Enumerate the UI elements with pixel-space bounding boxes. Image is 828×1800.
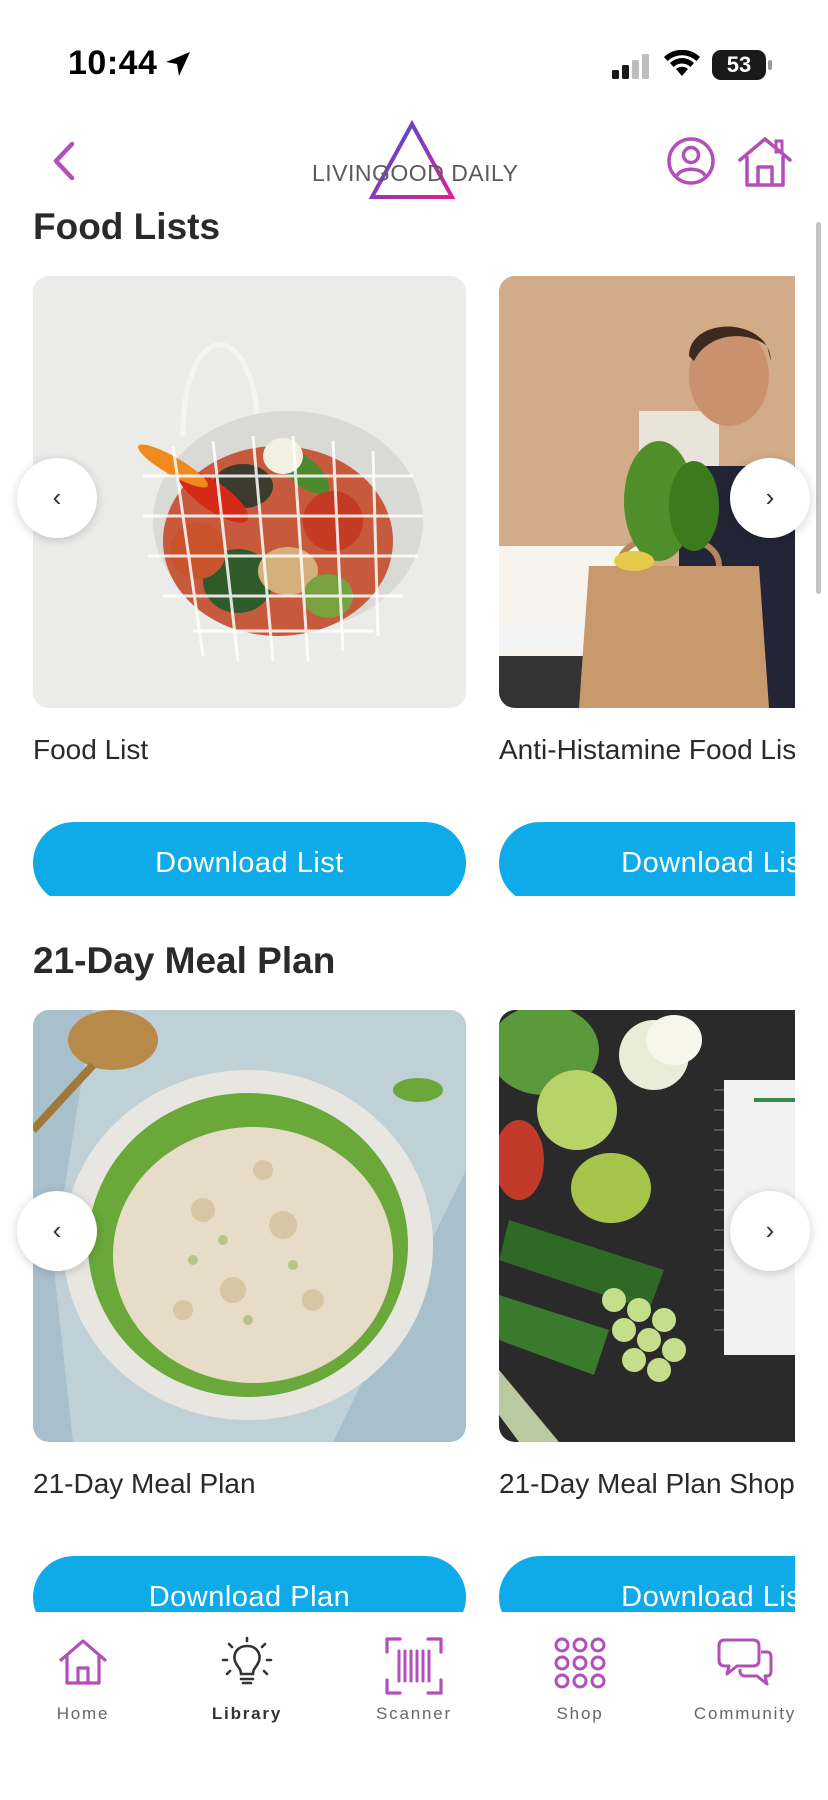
card-title: Food List: [33, 734, 149, 765]
lightbulb-icon: [221, 1636, 273, 1685]
chevron-left-icon: [53, 141, 75, 181]
tab-shop[interactable]: Shop: [497, 1612, 663, 1723]
tab-community[interactable]: Community: [662, 1612, 828, 1723]
tab-home[interactable]: Home: [0, 1612, 166, 1723]
cellular-signal-icon: [612, 54, 649, 79]
carousel-track: Food List Download List Anti-Histamine F…: [0, 276, 795, 896]
food-lists-carousel: Food List Download List Anti-Histamine F…: [0, 276, 828, 896]
status-time: 10:44: [68, 44, 158, 82]
section-title-food-lists: Food Lists: [33, 206, 221, 247]
home-header-button[interactable]: [736, 134, 794, 190]
user-circle-icon: [667, 137, 715, 185]
carousel-prev-button[interactable]: ‹: [17, 1191, 97, 1271]
grid-dots-icon: [554, 1637, 606, 1689]
chicken-salad-bowl-illustration: [33, 1010, 466, 1442]
tab-scanner[interactable]: Scanner: [331, 1612, 497, 1723]
tab-library[interactable]: Library: [164, 1612, 330, 1723]
card-title: Anti-Histamine Food List: [499, 734, 795, 765]
back-button[interactable]: [44, 138, 84, 184]
card-title: 21-Day Meal Plan: [33, 1468, 256, 1499]
tab-label: Scanner: [376, 1704, 452, 1723]
vegetable-bag-illustration: [33, 276, 466, 708]
barcode-scanner-icon: [385, 1637, 443, 1695]
carousel-next-button[interactable]: ›: [730, 458, 810, 538]
download-list-button[interactable]: Download List: [499, 822, 795, 896]
carousel-track: 21-Day Meal Plan Download Plan 21-Day Me…: [0, 1010, 795, 1630]
food-list-image[interactable]: [33, 276, 466, 708]
tab-label: Community: [693, 1704, 797, 1723]
battery-cap: [768, 60, 772, 70]
card-title: 21-Day Meal Plan Shopping List: [499, 1468, 795, 1499]
location-arrow-icon: [166, 52, 190, 76]
chat-bubbles-icon: [717, 1638, 773, 1686]
download-list-button[interactable]: Download List: [33, 822, 466, 896]
tab-label: Shop: [556, 1704, 604, 1723]
logo-text: LIVINGOOD DAILY: [312, 160, 519, 186]
tab-label: Library: [211, 1704, 283, 1723]
profile-button[interactable]: [666, 136, 716, 186]
carousel-prev-button[interactable]: ‹: [17, 458, 97, 538]
meal-plan-carousel: 21-Day Meal Plan Download Plan 21-Day Me…: [0, 1010, 828, 1630]
tab-label: Home: [56, 1704, 110, 1723]
home-icon: [59, 1639, 107, 1685]
status-bar: 10:44 53: [0, 0, 828, 120]
house-icon: [738, 137, 792, 187]
wifi-icon: [664, 50, 700, 76]
meal-plan-image[interactable]: [33, 1010, 466, 1442]
battery-indicator: 53: [712, 50, 766, 80]
livingood-daily-logo: LIVINGOOD DAILY: [300, 120, 530, 204]
carousel-next-button[interactable]: ›: [730, 1191, 810, 1271]
section-title-meal-plan: 21-Day Meal Plan: [33, 940, 336, 981]
